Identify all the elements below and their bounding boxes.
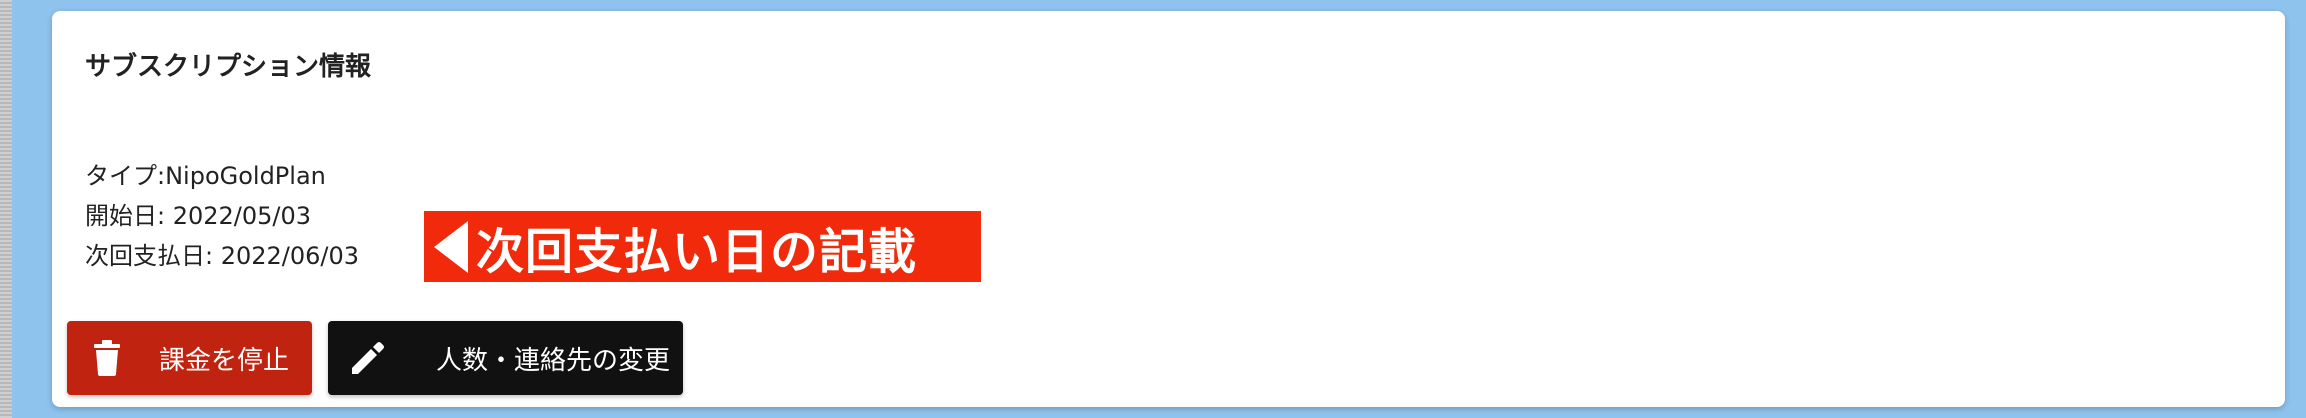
card-title: サブスクリプション情報 [85, 52, 372, 82]
subscription-card: サブスクリプション情報 タイプ:NipoGoldPlan 開始日: 2022/0… [52, 11, 2285, 407]
change-members-contact-label: 人数・連絡先の変更 [436, 345, 671, 376]
stop-billing-button[interactable]: 課金を停止 [67, 321, 312, 395]
annotation-text: 次回支払い日の記載 [476, 223, 918, 280]
stop-billing-label: 課金を停止 [159, 345, 290, 376]
trash-icon [89, 340, 125, 376]
annotation-callout: 次回支払い日の記載 [424, 211, 981, 282]
subscription-start-date: 開始日: 2022/05/03 [85, 202, 312, 230]
pencil-icon [350, 340, 386, 376]
subscription-type: タイプ:NipoGoldPlan [85, 162, 326, 190]
left-edge-strip [0, 0, 12, 418]
subscription-next-payment-date: 次回支払日: 2022/06/03 [85, 242, 360, 270]
change-members-contact-button[interactable]: 人数・連絡先の変更 [328, 321, 683, 395]
left-arrow-icon [434, 220, 468, 273]
